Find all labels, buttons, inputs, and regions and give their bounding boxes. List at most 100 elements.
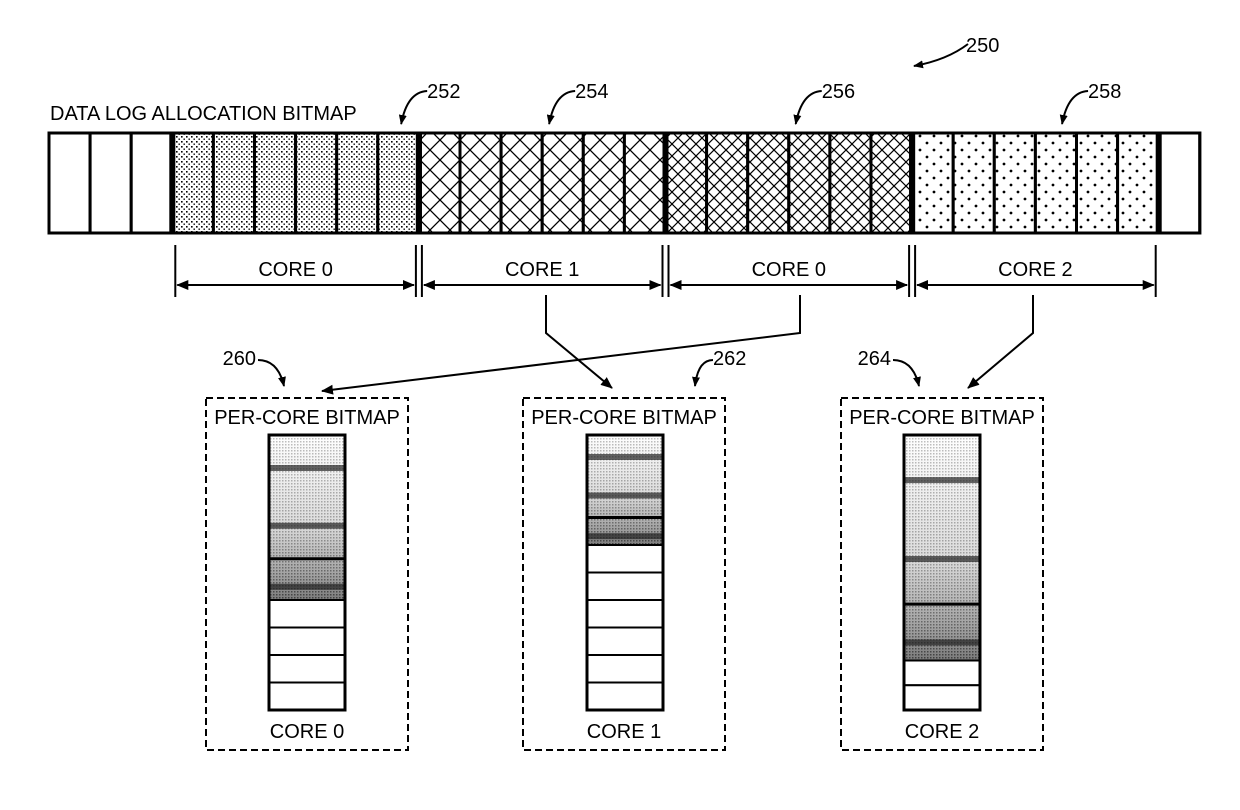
leader-arrow-icon bbox=[913, 43, 969, 69]
core-owner-label: CORE 2 bbox=[998, 259, 1072, 281]
core-label: CORE 1 bbox=[587, 721, 661, 743]
shade-band bbox=[269, 465, 345, 471]
reference-number: 258 bbox=[1088, 81, 1121, 103]
region-reference-254: 254 bbox=[546, 81, 609, 125]
allocated-cell bbox=[869, 131, 914, 235]
empty-cell bbox=[1157, 131, 1202, 235]
core-dimension-lines: CORE 0 CORE 1 CORE 0 CORE 2 bbox=[174, 245, 1157, 297]
allocated-cell bbox=[664, 131, 709, 235]
core-owner-label: CORE 1 bbox=[505, 259, 579, 281]
shade-band bbox=[587, 454, 663, 460]
allocated-cell bbox=[170, 131, 215, 235]
free-cell bbox=[586, 626, 664, 656]
connector-arrow-core-0 bbox=[321, 295, 801, 395]
used-region-shade bbox=[587, 435, 663, 545]
allocated-cell bbox=[1116, 131, 1161, 235]
per-core-bitmap-title: PER-CORE BITMAP bbox=[214, 407, 400, 429]
region-reference-258: 258 bbox=[1059, 81, 1121, 125]
reference-number: 262 bbox=[713, 348, 746, 370]
allocated-cell bbox=[622, 131, 668, 235]
core-owner-label: CORE 0 bbox=[752, 259, 826, 281]
figure-reference-250: 250 bbox=[913, 35, 999, 69]
allocated-cell bbox=[335, 131, 380, 235]
free-cell bbox=[586, 654, 664, 684]
per-core-bitmap-core-2: PER-CORE BITMAP CORE 2 264 bbox=[840, 348, 1044, 751]
free-cell bbox=[586, 599, 664, 629]
allocated-cell bbox=[828, 131, 873, 235]
reference-number: 250 bbox=[966, 35, 999, 57]
allocated-cell bbox=[499, 131, 544, 235]
free-cell bbox=[903, 684, 981, 711]
reference-number: 264 bbox=[858, 348, 891, 370]
region-reference-256: 256 bbox=[793, 81, 855, 125]
per-core-bitmap-core-1: PER-CORE BITMAP CORE 1 262 bbox=[522, 348, 746, 751]
free-cell bbox=[586, 681, 664, 711]
free-cell bbox=[268, 599, 346, 629]
region-boundary bbox=[662, 133, 669, 233]
region-boundary bbox=[909, 133, 916, 233]
allocated-cell bbox=[417, 131, 462, 235]
allocated-cell bbox=[705, 131, 750, 235]
allocated-cell bbox=[253, 131, 298, 235]
empty-cell bbox=[47, 131, 92, 235]
region-to-core-arrows bbox=[321, 295, 1034, 395]
free-cell bbox=[268, 654, 346, 684]
region-reference-252: 252 bbox=[398, 81, 461, 125]
shade-band bbox=[904, 477, 980, 484]
allocated-cell bbox=[787, 131, 832, 235]
allocated-cell bbox=[211, 131, 256, 235]
region-boundary bbox=[169, 133, 176, 233]
used-region-shade bbox=[904, 435, 980, 661]
empty-cell bbox=[129, 131, 174, 235]
reference-number: 256 bbox=[822, 81, 855, 103]
allocated-cell bbox=[746, 131, 791, 235]
leader-arrow-icon bbox=[1059, 90, 1089, 125]
leader-arrow-icon bbox=[546, 90, 576, 125]
per-core-bitmap-title: PER-CORE BITMAP bbox=[849, 407, 1035, 429]
leader-arrow-icon bbox=[793, 90, 822, 125]
shade-band bbox=[904, 639, 980, 646]
leader-arrow-icon bbox=[398, 90, 428, 125]
connector-arrow-core-2 bbox=[967, 295, 1034, 389]
allocated-cell bbox=[1075, 131, 1120, 235]
shade-band bbox=[269, 522, 345, 529]
free-cell bbox=[586, 544, 664, 574]
reference-number: 254 bbox=[575, 81, 608, 103]
shade-band bbox=[587, 533, 663, 540]
free-cell bbox=[268, 681, 346, 711]
bitmap-title: DATA LOG ALLOCATION BITMAP bbox=[50, 103, 357, 125]
core-label: CORE 0 bbox=[270, 721, 344, 743]
core-label: CORE 2 bbox=[905, 721, 979, 743]
region-boundary bbox=[415, 133, 422, 233]
leader-arrow-icon bbox=[692, 359, 714, 387]
per-core-bitmaps: PER-CORE BITMAP CORE 0 260 PER-CORE BITMAP C… bbox=[205, 348, 1044, 751]
data-log-allocation-bitmap bbox=[47, 131, 1202, 235]
per-core-reference-264: 264 bbox=[858, 348, 921, 387]
per-core-reference-260: 260 bbox=[223, 348, 286, 387]
free-cell bbox=[586, 571, 664, 601]
per-core-bitmap-title: PER-CORE BITMAP bbox=[531, 407, 717, 429]
connector-arrow-core-1 bbox=[545, 295, 613, 389]
allocated-cell bbox=[581, 131, 626, 235]
allocated-cell bbox=[458, 131, 503, 235]
reference-number: 252 bbox=[427, 81, 460, 103]
allocation-diagram: 250 DATA LOG ALLOCATION BITMAP 252 254 256… bbox=[47, 35, 1202, 751]
per-core-bitmap-core-0: PER-CORE BITMAP CORE 0 260 bbox=[205, 348, 409, 751]
reference-number: 260 bbox=[223, 348, 256, 370]
used-region-shade bbox=[269, 435, 345, 600]
shade-band bbox=[904, 556, 980, 563]
shade-band bbox=[587, 492, 663, 499]
free-cell bbox=[903, 659, 981, 687]
dimension-core-0: CORE 0 bbox=[174, 245, 417, 297]
allocated-cell bbox=[540, 131, 585, 235]
region-boundary bbox=[1155, 133, 1162, 233]
empty-cell bbox=[88, 131, 133, 235]
region-reference-labels: 252 254 256 258 bbox=[398, 81, 1121, 125]
leader-arrow-icon bbox=[892, 359, 921, 387]
allocated-cell bbox=[910, 131, 955, 235]
shade-band bbox=[269, 583, 345, 590]
core-owner-label: CORE 0 bbox=[258, 259, 332, 281]
allocated-cell bbox=[376, 131, 421, 235]
allocated-cell bbox=[951, 131, 996, 235]
free-cell bbox=[268, 626, 346, 656]
